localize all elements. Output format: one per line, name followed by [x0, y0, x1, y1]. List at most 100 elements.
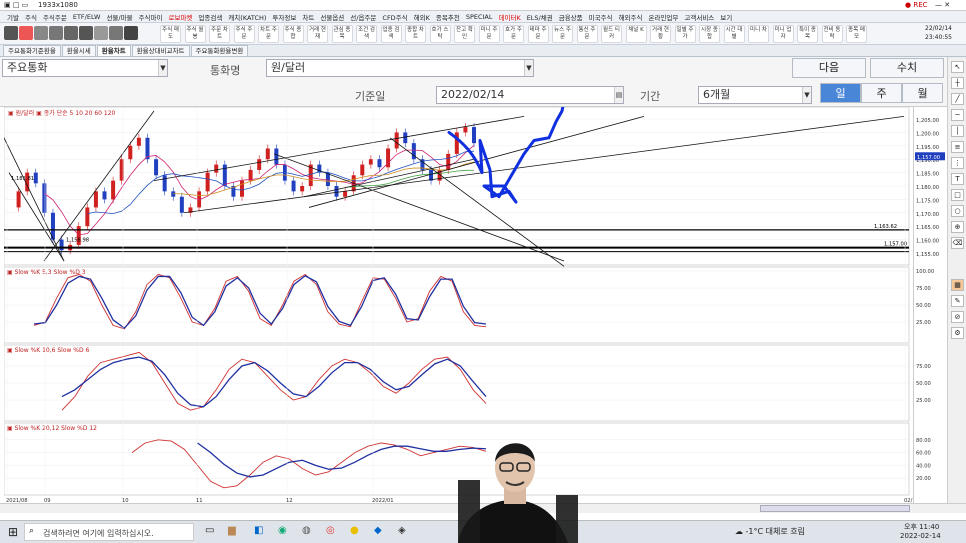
- tab-1[interactable]: 환율시세: [61, 45, 96, 56]
- base-date-input[interactable]: 2022/02/14 ▤: [436, 86, 624, 104]
- menu-item[interactable]: 투자정보: [269, 12, 299, 22]
- toolbar-button[interactable]: 관심 종목: [331, 25, 353, 43]
- edge-icon[interactable]: ◉: [278, 525, 287, 536]
- toolbar-button[interactable]: 시장 종합: [699, 25, 720, 43]
- windows-start-icon[interactable]: ⊞: [8, 525, 18, 539]
- menu-item[interactable]: 종목추천: [433, 12, 463, 22]
- chevron-down-icon[interactable]: ▼: [524, 60, 533, 76]
- menu-item[interactable]: 온라인업무: [645, 12, 681, 22]
- toolbar-button[interactable]: 호가 스탁: [429, 25, 451, 43]
- menu-item[interactable]: 업종검색: [195, 12, 225, 22]
- menu-item[interactable]: 캐치(KATCH): [225, 12, 269, 22]
- menu-item[interactable]: 주식마이: [136, 12, 166, 22]
- menu-item[interactable]: ETF/ELW: [70, 13, 104, 21]
- tool-icon[interactable]: [4, 26, 18, 40]
- toolbar-button[interactable]: 주식 월봉: [184, 25, 206, 43]
- next-button[interactable]: 다음: [792, 58, 866, 78]
- tab-2[interactable]: 환율차트: [96, 45, 131, 56]
- toolbar-button[interactable]: 뉴스 주문: [552, 25, 573, 43]
- menu-item[interactable]: 선물옵션: [317, 12, 347, 22]
- tool-icon[interactable]: [34, 26, 48, 40]
- pen-tool-icon[interactable]: ✎: [951, 295, 964, 307]
- tool-icon[interactable]: [79, 26, 93, 40]
- chrome-icon[interactable]: ◎: [326, 525, 335, 536]
- app-icon[interactable]: ◍: [302, 525, 311, 536]
- tab-3[interactable]: 환율상대비교차트: [131, 45, 190, 56]
- toolbar-button[interactable]: 주문 차트: [209, 25, 230, 43]
- menu-item[interactable]: CFD주식: [379, 12, 410, 22]
- toolbar-button[interactable]: 호가 주문: [503, 25, 524, 43]
- toolbar-button[interactable]: 잔고 확인: [454, 25, 475, 43]
- menu-item[interactable]: 주식: [22, 12, 40, 22]
- toolbar-button[interactable]: 전비 동락: [821, 25, 843, 43]
- scroll-track[interactable]: [760, 505, 910, 512]
- fib-tool-icon[interactable]: ⋮: [951, 157, 964, 169]
- task-view-icon[interactable]: ▭: [205, 525, 214, 536]
- menu-item[interactable]: 고객서비스: [681, 12, 717, 22]
- arrow-tool-icon[interactable]: ↖: [951, 61, 964, 73]
- period-1-button[interactable]: 주: [861, 83, 902, 103]
- toolbar-button[interactable]: 시간 대별: [723, 25, 745, 43]
- chevron-down-icon[interactable]: ▼: [158, 60, 167, 76]
- crosshair-tool-icon[interactable]: ┼: [951, 77, 964, 89]
- toolbar-button[interactable]: 주식 매도: [160, 25, 181, 43]
- tab-0[interactable]: 주요통화기준환율: [3, 45, 61, 56]
- circle-tool-icon[interactable]: ○: [951, 205, 964, 217]
- menu-item[interactable]: 선/옵주문: [347, 12, 379, 22]
- store-icon[interactable]: ◧: [254, 525, 263, 536]
- tool-icon[interactable]: [64, 26, 78, 40]
- app-icon[interactable]: ◆: [374, 525, 382, 536]
- tool-icon[interactable]: [49, 26, 63, 40]
- explorer-icon[interactable]: ▆: [228, 525, 236, 536]
- menu-item[interactable]: 해외주식: [616, 12, 646, 22]
- text-tool-icon[interactable]: T: [951, 173, 964, 185]
- settings-tool-icon[interactable]: ⚙: [951, 327, 964, 339]
- toolbar-button[interactable]: 주식 종합: [282, 25, 304, 43]
- vline-tool-icon[interactable]: │: [951, 125, 964, 137]
- toolbar-button[interactable]: 미니 업자: [772, 25, 794, 43]
- tab-4[interactable]: 주요통화환율변환: [190, 45, 249, 56]
- zoom-tool-icon[interactable]: ⊕: [951, 221, 964, 233]
- menu-item[interactable]: 미국주식: [586, 12, 616, 22]
- toolbar-button[interactable]: 월드 티커: [601, 25, 622, 43]
- line-tool-icon[interactable]: ╱: [951, 93, 964, 105]
- menu-item[interactable]: 데이터K: [496, 12, 524, 22]
- rect-tool-icon[interactable]: □: [951, 189, 964, 201]
- toolbar-button[interactable]: 조건 검색: [356, 25, 377, 43]
- toolbar-button[interactable]: 채널 K: [625, 25, 647, 43]
- toolbar-button[interactable]: 일별 주가: [674, 25, 696, 43]
- toolbar-button[interactable]: 미니 주문: [478, 25, 500, 43]
- menu-item[interactable]: SPECIAL: [463, 13, 496, 21]
- app-icon[interactable]: ◈: [398, 525, 406, 536]
- toolbar-button[interactable]: 차트 주문: [258, 25, 279, 43]
- hline-tool-icon[interactable]: ─: [951, 109, 964, 121]
- tool-icon[interactable]: [124, 26, 138, 40]
- period-select[interactable]: 6개월 ▼: [698, 86, 812, 104]
- toolbar-button[interactable]: 거래 현황: [650, 25, 671, 43]
- window-controls[interactable]: — ✕: [935, 0, 950, 11]
- menu-item[interactable]: 선물/마물: [103, 12, 135, 22]
- menu-item[interactable]: 차트: [299, 12, 317, 22]
- menu-item[interactable]: ELS/채권: [524, 12, 556, 22]
- calendar-icon[interactable]: ▤: [614, 87, 623, 103]
- menu-item[interactable]: 로보마켓: [165, 12, 195, 22]
- menu-item[interactable]: 해외K: [411, 12, 433, 22]
- toolbar-button[interactable]: 특이 종목: [797, 25, 818, 43]
- channel-tool-icon[interactable]: ≡: [951, 141, 964, 153]
- eraser-tool-icon[interactable]: ⌫: [951, 237, 964, 249]
- chevron-down-icon[interactable]: ▼: [802, 87, 811, 103]
- toolbar-button[interactable]: 테마 주문: [527, 25, 549, 43]
- menu-item[interactable]: 기발: [4, 12, 22, 22]
- highlight-tool-icon[interactable]: ▦: [951, 279, 964, 291]
- toolbar-button[interactable]: 거래 현재: [307, 25, 328, 43]
- currency-select[interactable]: 원/달러 ▼: [266, 59, 534, 77]
- menu-item[interactable]: 금융상품: [556, 12, 586, 22]
- number-button[interactable]: 수치: [870, 58, 944, 78]
- tool-icon[interactable]: [109, 26, 123, 40]
- toolbar-button[interactable]: 주식 주문: [233, 25, 255, 43]
- menu-item[interactable]: 주식주문: [40, 12, 70, 22]
- period-0-button[interactable]: 일: [820, 83, 861, 103]
- period-2-button[interactable]: 월: [902, 83, 943, 103]
- toolbar-button[interactable]: 업종 검색: [380, 25, 402, 43]
- lock-tool-icon[interactable]: ⊘: [951, 311, 964, 323]
